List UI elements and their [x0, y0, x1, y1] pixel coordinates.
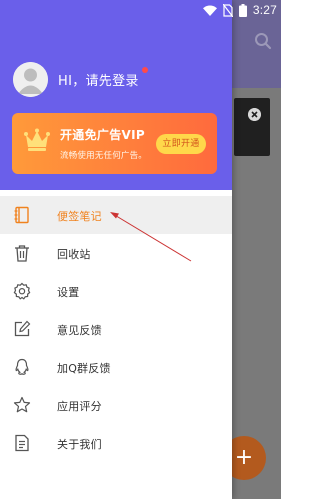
gear-icon	[13, 282, 31, 300]
edit-icon	[14, 320, 31, 337]
drawer-header: HI，请先登录 开通免广告VIP 流畅使用无任何广告。 立即开通	[0, 0, 232, 190]
menu-label-feedback: 意见反馈	[57, 324, 102, 337]
menu-item-qq-group[interactable]: 加Q群反馈	[0, 348, 232, 386]
user-avatar[interactable]	[13, 62, 48, 97]
menu-item-recycle-bin[interactable]: 回收站	[0, 234, 232, 272]
document-icon	[15, 434, 29, 452]
status-bar: 3:27	[0, 0, 281, 20]
vip-subtitle: 流畅使用无任何广告。	[60, 151, 148, 161]
menu-item-settings[interactable]: 设置	[0, 272, 232, 310]
user-avatar-icon	[13, 62, 48, 97]
crown-icon	[24, 128, 50, 151]
login-prompt[interactable]: HI，请先登录	[58, 70, 139, 89]
trash-icon	[15, 245, 29, 262]
menu-item-rate-app[interactable]: 应用评分	[0, 386, 232, 424]
menu-item-notes[interactable]: 便签笔记	[0, 196, 232, 234]
vip-title: 开通免广告VIP	[60, 128, 145, 142]
drawer-menu: 便签笔记 回收站 设置 意见反馈 加Q群反馈 应用评分 关于我们	[0, 196, 232, 462]
wifi-icon	[202, 5, 217, 16]
notification-dot	[142, 67, 148, 73]
menu-label-notes: 便签笔记	[57, 210, 102, 223]
no-sim-icon	[222, 3, 233, 17]
search-icon[interactable]	[254, 32, 272, 50]
battery-icon	[238, 3, 247, 17]
status-time: 3:27	[252, 3, 277, 17]
background-card	[234, 98, 270, 156]
close-icon[interactable]	[248, 108, 261, 121]
menu-label-rate-app: 应用评分	[57, 400, 102, 413]
menu-label-settings: 设置	[57, 286, 80, 299]
menu-item-feedback[interactable]: 意见反馈	[0, 310, 232, 348]
qq-icon	[15, 358, 29, 375]
star-icon	[13, 396, 31, 413]
notebook-icon	[14, 206, 29, 224]
menu-label-recycle-bin: 回收站	[57, 248, 91, 261]
menu-item-about[interactable]: 关于我们	[0, 424, 232, 462]
menu-label-qq-group: 加Q群反馈	[57, 362, 111, 375]
vip-banner[interactable]: 开通免广告VIP 流畅使用无任何广告。 立即开通	[12, 113, 217, 174]
menu-label-about: 关于我们	[57, 438, 102, 451]
vip-open-button[interactable]: 立即开通	[156, 134, 206, 154]
navigation-drawer: HI，请先登录 开通免广告VIP 流畅使用无任何广告。 立即开通 便签笔记 回收…	[0, 0, 232, 499]
